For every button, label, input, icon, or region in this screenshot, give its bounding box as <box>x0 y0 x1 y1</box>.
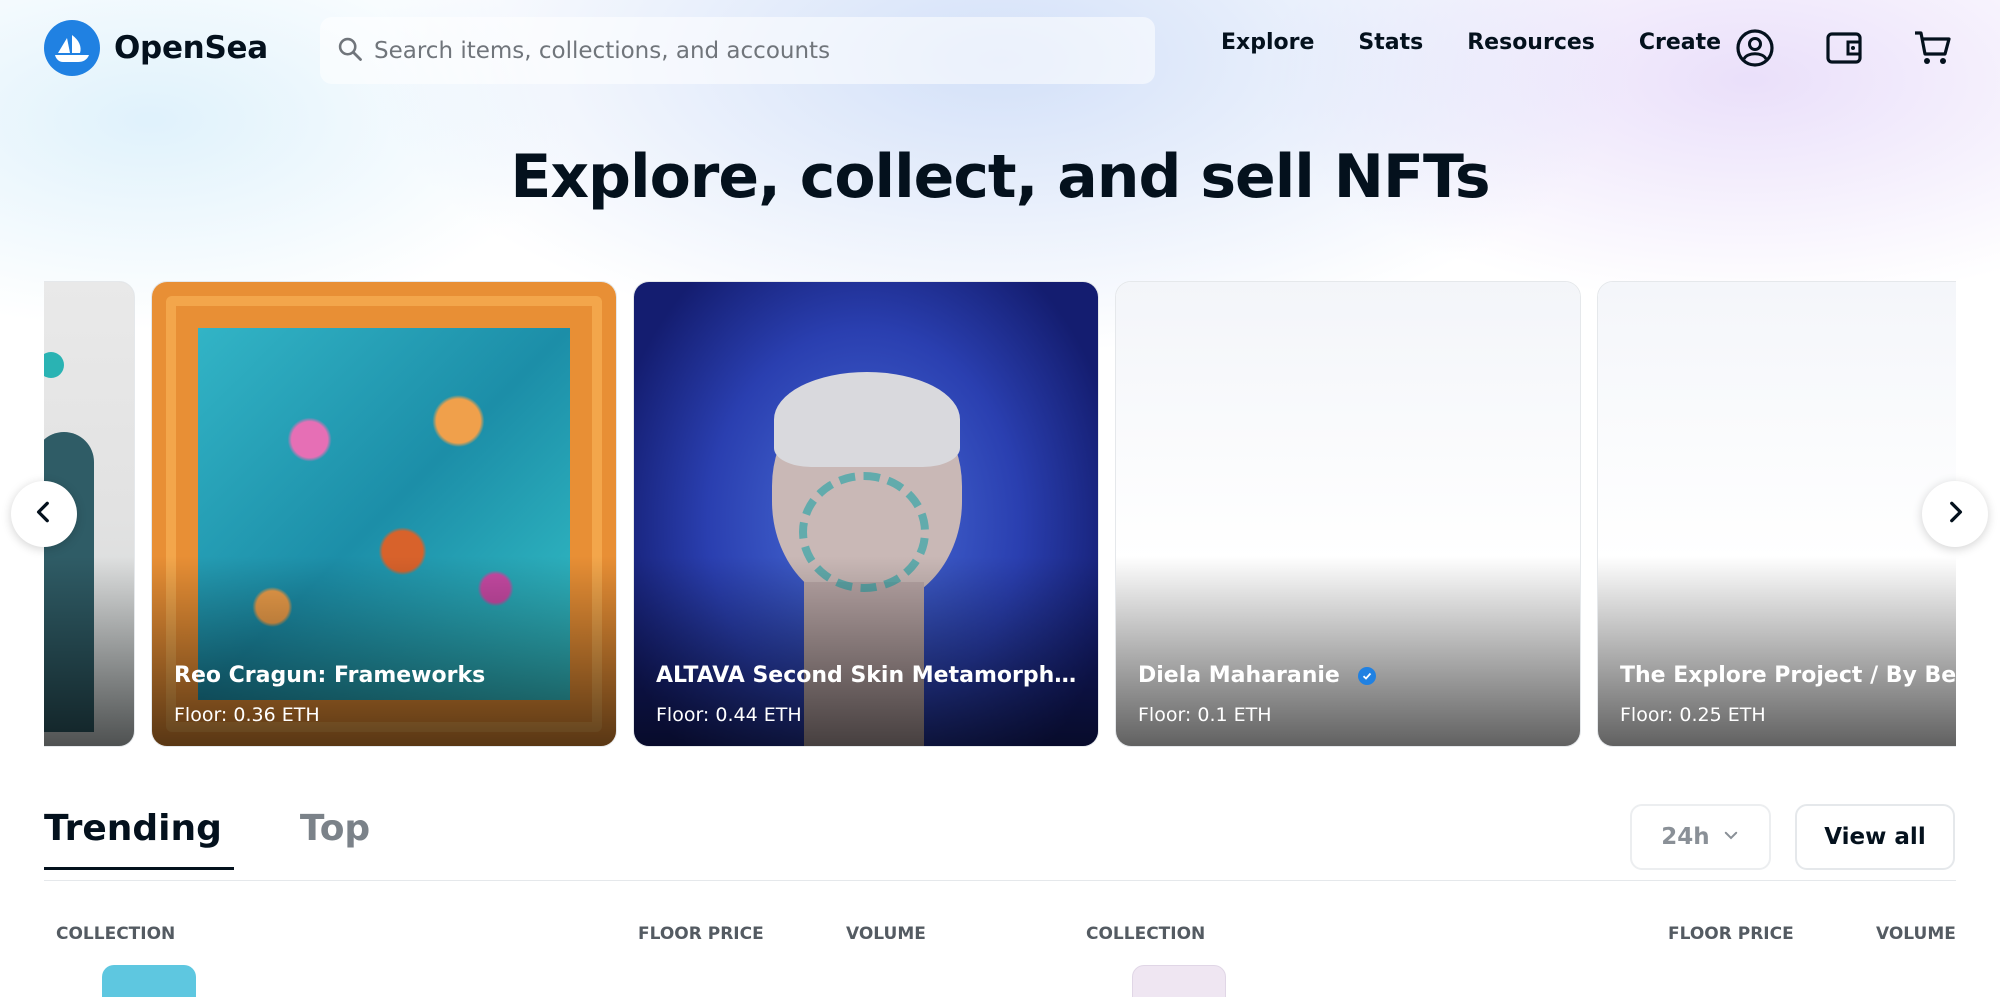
nav-link-explore[interactable]: Explore <box>1221 30 1314 55</box>
column-header-collection: COLLECTION <box>1086 924 1206 944</box>
carousel-prev-button[interactable] <box>11 481 77 547</box>
collection-thumbnail[interactable] <box>102 965 196 997</box>
column-header-floor-price: FLOOR PRICE <box>638 924 764 944</box>
card-floor: Floor: 0.1 ETH <box>1138 704 1272 726</box>
column-header-volume: VOLUME <box>846 924 926 944</box>
nav-link-stats[interactable]: Stats <box>1358 30 1423 55</box>
period-select[interactable]: 24h <box>1630 804 1771 870</box>
search-icon <box>336 35 364 67</box>
carousel-card[interactable]: Reo Cragun: Frameworks Floor: 0.36 ETH <box>151 281 617 747</box>
tabs-divider <box>44 880 1956 881</box>
card-name: Reo Cragun: Frameworks <box>174 663 486 688</box>
collection-tabs: Trending Top <box>44 808 370 870</box>
period-value: 24h <box>1661 824 1710 850</box>
wallet-icon[interactable] <box>1822 26 1866 70</box>
opensea-logo-icon <box>44 20 100 76</box>
card-name: The Explore Project / By Ben... <box>1620 663 1956 688</box>
chevron-right-icon <box>1942 499 1968 529</box>
column-header-volume: VOLUME <box>1876 924 1956 944</box>
search-input[interactable] <box>374 37 1134 64</box>
card-name: ALTAVA Second Skin Metamorphosis <box>656 663 1080 688</box>
card-name-text: Diela Maharanie <box>1138 663 1340 688</box>
cart-icon[interactable] <box>1910 26 1954 70</box>
tab-top[interactable]: Top <box>300 808 370 870</box>
top-nav: OpenSea Explore Stats Resources Create <box>0 0 2000 96</box>
logo-text: OpenSea <box>114 30 268 66</box>
logo[interactable]: OpenSea <box>44 20 268 76</box>
card-shade <box>44 556 134 746</box>
chevron-down-icon <box>1722 824 1740 850</box>
verified-badge-icon <box>1357 667 1376 685</box>
card-floor: Floor: 0.44 ETH <box>656 704 802 726</box>
featured-carousel: Reo Cragun: Frameworks Floor: 0.36 ETH A… <box>44 281 1956 748</box>
account-icon[interactable] <box>1733 26 1777 70</box>
column-header-floor-price: FLOOR PRICE <box>1668 924 1794 944</box>
card-floor: Floor: 0.36 ETH <box>174 704 320 726</box>
carousel-card[interactable]: The Explore Project / By Ben... Floor: 0… <box>1597 281 1956 747</box>
search-bar[interactable] <box>320 17 1155 84</box>
column-header-collection: COLLECTION <box>56 924 176 944</box>
nav-link-resources[interactable]: Resources <box>1467 30 1595 55</box>
card-name: Diela Maharanie <box>1138 663 1562 688</box>
carousel-card[interactable]: ALTAVA Second Skin Metamorphosis Floor: … <box>633 281 1099 747</box>
page-title: Explore, collect, and sell NFTs <box>510 142 1490 212</box>
collection-thumbnail[interactable] <box>1132 965 1226 997</box>
carousel-next-button[interactable] <box>1922 481 1988 547</box>
card-floor: Floor: 0.25 ETH <box>1620 704 1766 726</box>
view-all-button[interactable]: View all <box>1795 804 1955 870</box>
nav-link-create[interactable]: Create <box>1639 30 1721 55</box>
carousel-card[interactable]: Diela Maharanie Floor: 0.1 ETH <box>1115 281 1581 747</box>
nav-links: Explore Stats Resources Create <box>1221 30 1721 55</box>
chevron-left-icon <box>31 499 57 529</box>
tab-trending[interactable]: Trending <box>44 808 234 870</box>
